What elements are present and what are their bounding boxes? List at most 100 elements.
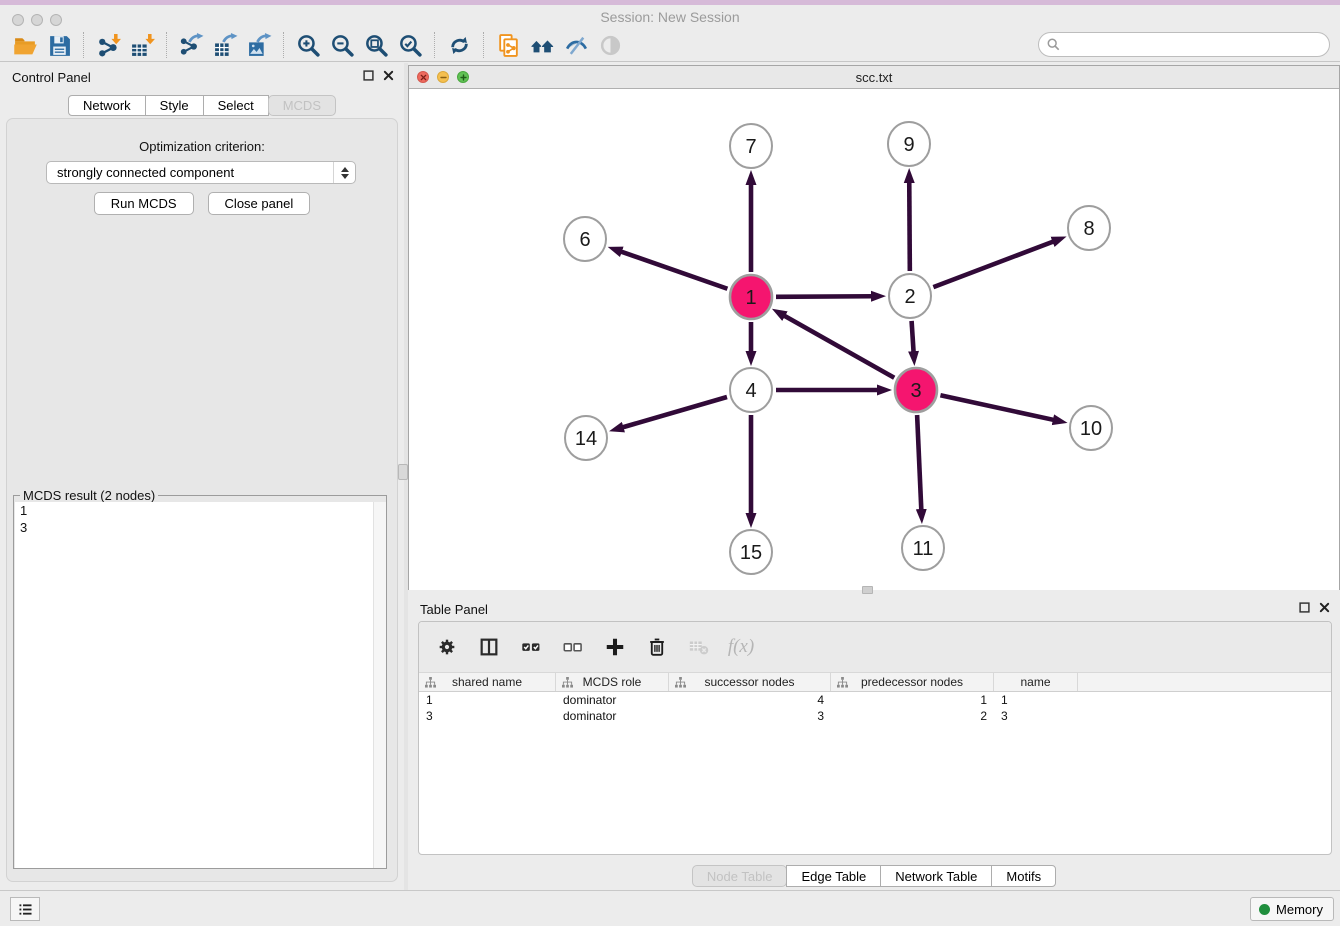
zoom-in-button[interactable] (291, 30, 325, 60)
close-window-button[interactable] (12, 14, 24, 26)
delete-table-button[interactable] (685, 632, 713, 662)
splitter-grip[interactable] (398, 464, 408, 480)
graph-node-4[interactable]: 4 (730, 368, 772, 412)
apply-layout-icon (447, 33, 472, 58)
svg-text:6: 6 (579, 229, 590, 251)
network-window-titlebar[interactable]: scc.txt (409, 66, 1339, 89)
deselect-all-rows-button[interactable] (559, 632, 587, 662)
deselect-all-rows-icon (562, 636, 584, 658)
network-minimize-button[interactable] (437, 71, 449, 83)
maximize-window-button[interactable] (50, 14, 62, 26)
import-table-button[interactable] (125, 30, 159, 60)
close-table-panel-icon[interactable] (1319, 602, 1330, 613)
hide-selected-button[interactable] (559, 30, 593, 60)
column-label: MCDS role (583, 675, 642, 689)
toggle-columns-icon (478, 636, 500, 658)
tab-network[interactable]: Network (68, 95, 146, 116)
new-network-from-selection-button[interactable] (491, 30, 525, 60)
column-header-predecessor-nodes[interactable]: predecessor nodes (831, 673, 994, 691)
column-header-successor-nodes[interactable]: successor nodes (669, 673, 831, 691)
graph-node-10[interactable]: 10 (1070, 406, 1112, 450)
float-table-panel-icon[interactable] (1299, 602, 1310, 613)
float-panel-icon[interactable] (363, 70, 374, 81)
node-table-container: f(x) shared name MCDS role successor nodes… (418, 621, 1332, 855)
graph-edge-2-3[interactable] (912, 321, 914, 352)
show-hidden-button[interactable] (593, 30, 627, 60)
search-input[interactable] (1060, 35, 1329, 55)
graph-edge-3-10[interactable] (940, 395, 1053, 420)
toolbar-separator (166, 32, 167, 58)
tab-node-table[interactable]: Node Table (692, 865, 788, 887)
function-builder-icon: f(x) (728, 636, 754, 658)
tab-motifs[interactable]: Motifs (991, 865, 1056, 887)
optimization-criterion-select[interactable]: strongly connected component (46, 161, 356, 184)
graph-node-2[interactable]: 2 (889, 274, 931, 318)
graph-edge-3-11[interactable] (917, 415, 921, 510)
network-close-button[interactable] (417, 71, 429, 83)
delete-column-icon (646, 636, 668, 658)
column-header-shared-name[interactable]: shared name (419, 673, 556, 691)
zoom-out-button[interactable] (325, 30, 359, 60)
graph-edge-1-2[interactable] (776, 296, 872, 297)
network-canvas[interactable]: 7 9 6 8 1 2 4 3 14 10 15 11 (409, 89, 1339, 590)
network-maximize-button[interactable] (457, 71, 469, 83)
save-session-icon (47, 33, 72, 58)
list-icon (17, 901, 34, 918)
function-builder-button[interactable]: f(x) (727, 632, 755, 662)
graph-edge-2-9[interactable] (909, 182, 910, 271)
show-panels-button[interactable] (10, 897, 40, 921)
graph-edge-3-1[interactable] (784, 316, 894, 378)
tab-mcds[interactable]: MCDS (268, 95, 336, 116)
mcds-result-textarea[interactable]: 13 (15, 502, 386, 868)
graph-edge-2-8[interactable] (933, 241, 1053, 287)
first-neighbors-button[interactable] (525, 30, 559, 60)
graph-edge-1-6[interactable] (621, 252, 728, 289)
graph-node-9[interactable]: 9 (888, 122, 930, 166)
add-column-button[interactable] (601, 632, 629, 662)
graph-node-6[interactable]: 6 (564, 217, 606, 261)
close-panel-icon[interactable] (383, 70, 394, 81)
graph-node-3[interactable]: 3 (895, 368, 937, 412)
graph-node-11[interactable]: 11 (902, 526, 944, 570)
export-image-button[interactable] (242, 30, 276, 60)
column-label: predecessor nodes (861, 675, 963, 689)
toggle-columns-button[interactable] (475, 632, 503, 662)
tab-network-table[interactable]: Network Table (880, 865, 992, 887)
mcds-result-title: MCDS result (2 nodes) (20, 488, 158, 503)
memory-button[interactable]: Memory (1250, 897, 1334, 921)
table-row[interactable]: 1dominator411 (419, 692, 1331, 708)
result-scrollbar[interactable] (373, 502, 386, 868)
column-header-name[interactable]: name (994, 673, 1078, 691)
delete-column-button[interactable] (643, 632, 671, 662)
open-file-button[interactable] (8, 30, 42, 60)
graph-node-7[interactable]: 7 (730, 124, 772, 168)
table-settings-button[interactable] (433, 632, 461, 662)
table-header-row: shared name MCDS role successor nodes prede… (419, 672, 1331, 692)
zoom-fit-button[interactable] (359, 30, 393, 60)
graph-node-14[interactable]: 14 (565, 416, 607, 460)
apply-layout-button[interactable] (442, 30, 476, 60)
import-network-button[interactable] (91, 30, 125, 60)
export-network-button[interactable] (174, 30, 208, 60)
zoom-selected-button[interactable] (393, 30, 427, 60)
run-mcds-button[interactable]: Run MCDS (94, 192, 194, 215)
close-panel-button[interactable]: Close panel (208, 192, 311, 215)
column-header-MCDS-role[interactable]: MCDS role (556, 673, 669, 691)
export-table-button[interactable] (208, 30, 242, 60)
svg-text:4: 4 (745, 380, 756, 402)
table-row[interactable]: 3dominator323 (419, 708, 1331, 724)
save-session-button[interactable] (42, 30, 76, 60)
graph-node-15[interactable]: 15 (730, 530, 772, 574)
tab-style[interactable]: Style (145, 95, 204, 116)
svg-text:8: 8 (1083, 218, 1094, 240)
import-network-icon (96, 33, 121, 58)
tab-select[interactable]: Select (203, 95, 269, 116)
graph-edge-4-14[interactable] (622, 397, 727, 427)
select-all-rows-button[interactable] (517, 632, 545, 662)
graph-node-1[interactable]: 1 (730, 275, 772, 319)
minimize-window-button[interactable] (31, 14, 43, 26)
search-box[interactable] (1038, 32, 1330, 57)
tab-edge-table[interactable]: Edge Table (786, 865, 881, 887)
canvas-resize-grip[interactable] (862, 586, 873, 594)
graph-node-8[interactable]: 8 (1068, 206, 1110, 250)
